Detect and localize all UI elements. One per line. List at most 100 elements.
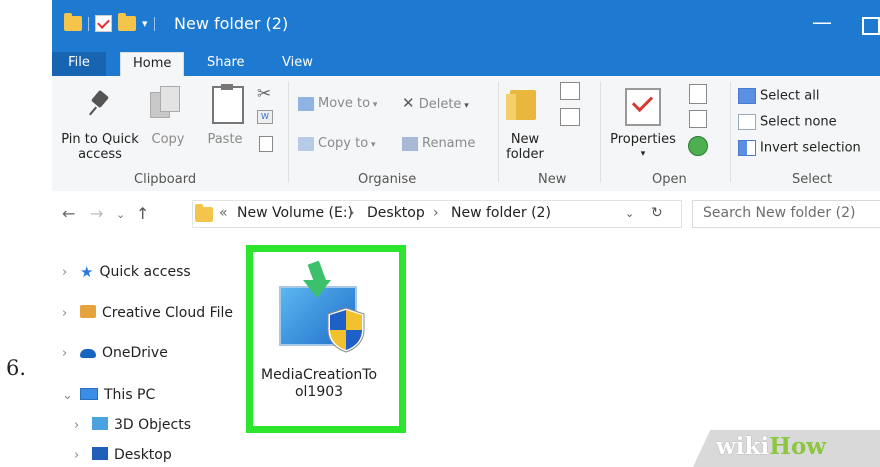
tab-file[interactable]: File [52, 52, 106, 76]
address-dropdown-chevron-icon[interactable]: ⌄ [625, 207, 634, 220]
refresh-icon[interactable]: ↻ [651, 205, 663, 221]
nav-item-label: 3D Objects [114, 417, 192, 433]
window-title: New folder (2) [174, 14, 289, 33]
select-all-button[interactable]: Select all [738, 88, 819, 104]
ribbon-tabs: File Home Share View [52, 52, 880, 77]
title-bar: ▾ New folder (2) — [52, 0, 880, 52]
uac-shield-icon [325, 306, 367, 354]
group-label-new: New [538, 172, 567, 187]
select-none-button[interactable]: Select none [738, 114, 837, 130]
nav-item-quick-access[interactable]: › ★ Quick access [62, 263, 191, 281]
copy-path-icon[interactable]: W [257, 110, 273, 124]
move-to-label: Move to [318, 96, 371, 111]
nav-item-label: This PC [104, 387, 156, 403]
back-arrow-icon[interactable]: ← [62, 204, 75, 223]
dropdown-chevron-icon: ▾ [368, 140, 376, 150]
breadcrumb-new-folder[interactable]: New folder (2) [451, 205, 551, 221]
toolbar-divider [88, 16, 89, 31]
select-none-icon [738, 114, 756, 130]
group-divider [600, 82, 601, 182]
watermark-wiki: wiki [716, 433, 770, 460]
folder-icon[interactable] [64, 13, 82, 31]
step-number: 6. [6, 356, 27, 380]
expand-chevron-icon[interactable]: › [74, 448, 92, 463]
breadcrumb[interactable]: « New Volume (E:) › Desktop › New folder… [192, 200, 682, 228]
file-explorer-window: ▾ New folder (2) — File Home Share View … [52, 0, 880, 467]
delete-button[interactable]: ✕ Delete ▾ [402, 96, 469, 114]
paste-button[interactable]: Paste [202, 132, 248, 147]
select-all-icon [738, 88, 756, 104]
tab-view[interactable]: View [270, 52, 325, 76]
nav-item-onedrive[interactable]: › OneDrive [62, 345, 168, 361]
expand-chevron-icon[interactable]: › [62, 265, 80, 280]
group-label-select: Select [792, 172, 833, 187]
easy-access-icon[interactable] [560, 108, 580, 126]
expand-chevron-icon[interactable]: › [74, 418, 92, 433]
nav-item-label: Quick access [99, 264, 191, 280]
paste-shortcut-icon[interactable] [259, 136, 273, 152]
properties-button[interactable]: Properties ▾ [608, 132, 678, 162]
recent-locations-chevron-icon[interactable]: ⌄ [116, 208, 125, 221]
tab-share[interactable]: Share [195, 52, 257, 76]
copy-icon [150, 86, 180, 122]
move-to-button[interactable]: Move to ▾ [298, 96, 377, 113]
breadcrumb-desktop[interactable]: Desktop [367, 205, 425, 221]
collapse-chevron-icon[interactable]: ⌄ [62, 388, 80, 403]
forward-arrow-icon[interactable]: → [90, 204, 103, 223]
nav-item-label: Creative Cloud File [102, 305, 234, 321]
file-name-line2: ol1903 [294, 384, 344, 400]
edit-icon[interactable] [689, 110, 707, 128]
dropdown-chevron-icon: ▾ [640, 149, 646, 159]
invert-selection-label: Invert selection [760, 140, 861, 156]
search-input[interactable]: Search New folder (2) [692, 200, 880, 228]
group-divider [288, 82, 289, 182]
nav-item-label: OneDrive [102, 345, 168, 361]
new-folder-button[interactable]: New folder [502, 132, 548, 162]
nav-item-label: Desktop [114, 447, 172, 463]
breadcrumb-new-volume[interactable]: New Volume (E:) [237, 205, 353, 221]
pin-to-quick-access-button[interactable]: Pin to Quick access [54, 132, 146, 162]
star-icon: ★ [80, 263, 94, 281]
new-item-icon[interactable] [560, 82, 580, 100]
history-icon[interactable] [688, 136, 708, 156]
nav-item-this-pc[interactable]: ⌄ This PC [62, 387, 155, 403]
group-label-open: Open [652, 172, 687, 187]
maximize-button[interactable] [862, 17, 880, 35]
rename-button[interactable]: Rename [402, 136, 475, 151]
cut-icon[interactable]: ✂ [257, 84, 271, 104]
expand-chevron-icon[interactable]: › [62, 306, 80, 321]
ribbon: Pin to Quick access Copy Paste ✂ W Clipb… [52, 76, 880, 192]
navigation-pane: › ★ Quick access › Creative Cloud File › One… [52, 237, 237, 467]
group-label-organise: Organise [358, 172, 417, 187]
pin-label-line2: access [78, 147, 122, 162]
breadcrumb-overflow-icon[interactable]: « [219, 205, 228, 221]
tab-home[interactable]: Home [120, 52, 185, 77]
select-none-label: Select none [760, 114, 837, 130]
new-folder-label-line1: New [510, 132, 540, 147]
toolbar-divider [153, 16, 155, 31]
new-folder-icon [506, 90, 536, 120]
properties-check-icon[interactable] [95, 15, 112, 32]
wikihow-watermark: wikiHow [716, 433, 826, 460]
breadcrumb-separator-icon: › [433, 205, 439, 221]
folder-icon [195, 204, 213, 222]
copy-to-button[interactable]: Copy to ▾ [298, 136, 376, 153]
new-folder-icon[interactable] [118, 13, 136, 31]
nav-item-3d-objects[interactable]: › 3D Objects [74, 417, 191, 433]
nav-item-creative-cloud-files[interactable]: › Creative Cloud File [62, 305, 233, 321]
copy-to-label: Copy to [318, 136, 369, 151]
minimize-button[interactable]: — [812, 10, 832, 34]
media-creation-tool-icon [275, 262, 385, 367]
open-icon[interactable] [689, 84, 707, 104]
file-item-mediacreationtool[interactable]: MediaCreationTo ol1903 [246, 245, 406, 433]
computer-icon [80, 388, 98, 400]
group-divider [730, 82, 731, 182]
invert-selection-button[interactable]: Invert selection [738, 140, 861, 156]
new-folder-label-line2: folder [506, 147, 544, 162]
delete-label: Delete [418, 97, 462, 112]
nav-item-desktop[interactable]: › Desktop [74, 447, 172, 463]
copy-button[interactable]: Copy [148, 132, 188, 147]
expand-chevron-icon[interactable]: › [62, 346, 80, 361]
customize-toolbar-chevron-icon[interactable]: ▾ [142, 17, 148, 30]
up-arrow-icon[interactable]: ↑ [136, 204, 149, 223]
